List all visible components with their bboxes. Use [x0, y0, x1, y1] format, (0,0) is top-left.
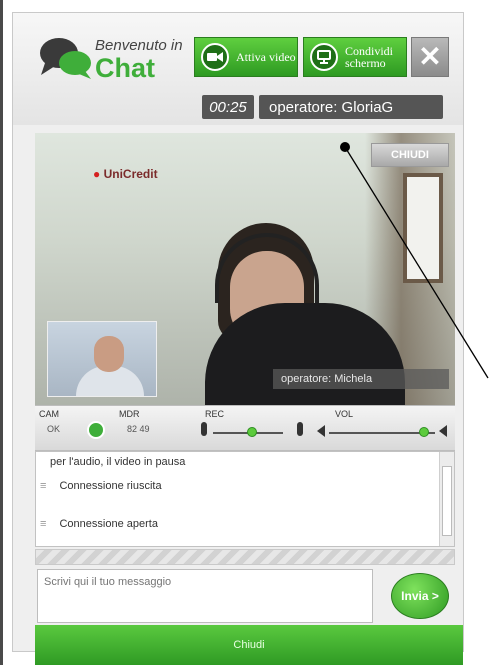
annotation-pointer-line — [344, 146, 489, 379]
